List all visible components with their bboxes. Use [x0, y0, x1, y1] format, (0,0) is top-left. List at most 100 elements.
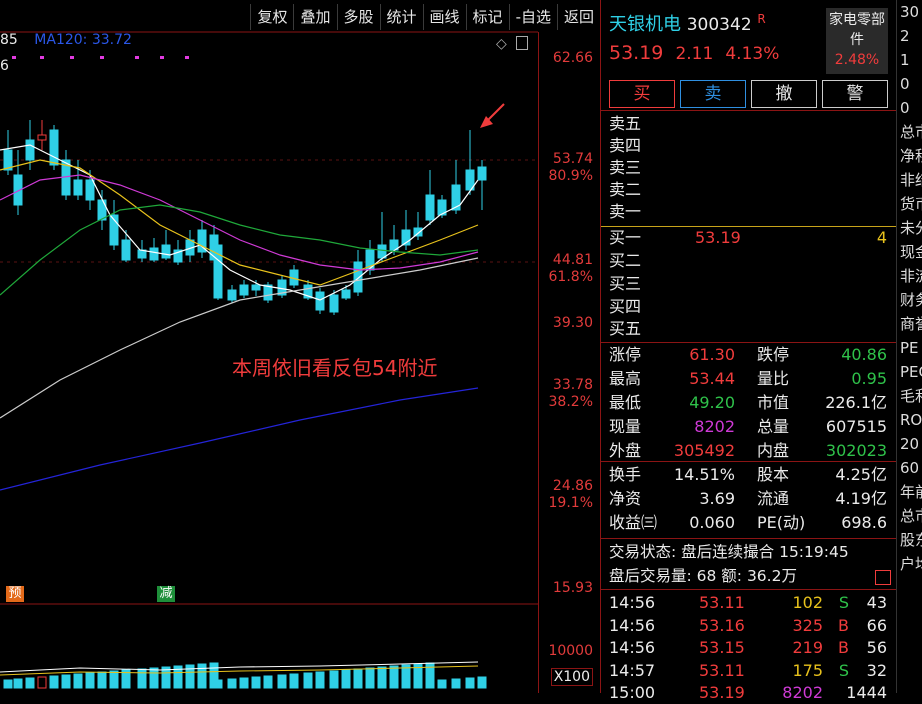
sector-box[interactable]: 家电零部件 2.48%	[826, 8, 888, 74]
stat-value: 49.20	[689, 393, 735, 412]
price-axis: 62.66 53.74 80.9% 44.81 61.8% 39.30 33.7…	[538, 32, 601, 693]
buy-button[interactable]: 买	[609, 80, 675, 108]
candle-body	[37, 134, 47, 141]
stat-label: 股本	[757, 465, 790, 484]
edge-item[interactable]: 毛利	[897, 384, 922, 408]
edge-item[interactable]: 20	[897, 432, 922, 456]
volume-bar	[13, 678, 23, 689]
badge-pre[interactable]: 预	[6, 586, 24, 602]
chart-icon[interactable]	[875, 570, 891, 585]
edge-item[interactable]: PE	[897, 336, 922, 360]
edge-item[interactable]: 股东	[897, 528, 922, 552]
stock-change: 2.11	[675, 44, 714, 64]
edge-item[interactable]: 未分	[897, 216, 922, 240]
volume-bar	[477, 676, 487, 689]
sector-name: 家电零部件	[829, 12, 885, 48]
stat-label: 内盘	[757, 441, 790, 460]
edge-item[interactable]: 年前	[897, 480, 922, 504]
sector-pct: 2.48%	[834, 52, 880, 68]
edge-item[interactable]: 30	[897, 0, 922, 24]
bid-label: 买一	[609, 228, 642, 247]
stat-label: 外盘	[609, 441, 642, 460]
tick-row: 14:56 53.15 219 B 56	[609, 636, 891, 659]
ma120-label: MA120: 33.72	[34, 32, 132, 48]
candle-body	[377, 244, 387, 259]
sell-button[interactable]: 卖	[680, 80, 746, 108]
ask-1: 卖一	[609, 202, 642, 221]
volume-bar	[49, 675, 59, 689]
edge-item[interactable]: 货币	[897, 192, 922, 216]
volume-bar	[353, 668, 363, 689]
edge-item[interactable]: 财务	[897, 288, 922, 312]
edge-item[interactable]: 0	[897, 72, 922, 96]
stat-value: 0.060	[689, 513, 735, 532]
volume-bar	[227, 678, 237, 689]
stat-value: 305492	[673, 441, 735, 460]
bid-5: 买五	[609, 319, 642, 338]
stock-name: 天银机电	[609, 14, 681, 35]
badge-reduce[interactable]: 减	[157, 586, 175, 602]
window-icon[interactable]	[516, 36, 528, 50]
bid-4: 买四	[609, 297, 642, 316]
cancel-button[interactable]: 撤	[751, 80, 817, 108]
bid-3: 买三	[609, 274, 642, 293]
toolbar-fanhui[interactable]: 返回	[556, 4, 600, 30]
edge-item[interactable]: 现金	[897, 240, 922, 264]
edge-item[interactable]: 1	[897, 48, 922, 72]
diamond-icon[interactable]: ◇	[496, 36, 507, 52]
price-tick: 62.66	[552, 50, 593, 66]
tick-price: 53.11	[699, 593, 745, 612]
stat-label: 净资	[609, 489, 642, 508]
stat-value: 4.19亿	[835, 489, 887, 508]
toolbar-duogu[interactable]: 多股	[336, 4, 380, 30]
edge-item[interactable]: 户均	[897, 552, 922, 576]
tick-count: 43	[866, 593, 887, 612]
edge-item[interactable]: 非结	[897, 168, 922, 192]
candle-body	[49, 129, 59, 166]
volume-bar	[437, 679, 447, 689]
volume-bar	[365, 667, 375, 689]
toolbar-zixuan[interactable]: -自选	[508, 4, 557, 30]
edge-item[interactable]: 总市	[897, 120, 922, 144]
stock-pct: 4.13%	[725, 44, 780, 64]
pct-tick: 19.1%	[548, 495, 593, 511]
marker-dot	[70, 56, 74, 59]
toolbar-tongji[interactable]: 统计	[379, 4, 423, 30]
volume-bar	[303, 672, 313, 689]
tick-side: B	[838, 615, 849, 635]
volume-bar	[73, 673, 83, 689]
bid-price: 53.19	[695, 228, 741, 247]
stat-row: 最低 49.20 市值 226.1亿	[609, 391, 891, 414]
edge-item[interactable]: PEG	[897, 360, 922, 384]
stat-label: 现量	[609, 417, 642, 436]
ma-left-value: 85	[0, 32, 18, 48]
kline-chart[interactable]: 85 MA120: 33.72 6 ◇ 本周依旧看反包54附近 预 减	[0, 0, 540, 693]
volume-bar	[213, 679, 223, 689]
toolbar-diejia[interactable]: 叠加	[293, 4, 336, 30]
edge-item[interactable]: 60	[897, 456, 922, 480]
volume-bar	[197, 663, 207, 689]
edge-item[interactable]: 0	[897, 96, 922, 120]
edge-item[interactable]: 商誉	[897, 312, 922, 336]
candle-body	[25, 139, 35, 161]
stat-value: 8202	[694, 417, 735, 436]
toolbar-huaxian[interactable]: 画线	[422, 4, 466, 30]
stat-row: 外盘 305492 内盘 302023	[609, 439, 891, 462]
toolbar-biaoji[interactable]: 标记	[465, 4, 509, 30]
toolbar-fuquan[interactable]: 复权	[250, 4, 293, 30]
stat-value: 40.86	[841, 345, 887, 364]
stat-label: 流通	[757, 489, 790, 508]
edge-item[interactable]: 2	[897, 24, 922, 48]
candle-body	[315, 291, 325, 311]
edge-item[interactable]: 非流	[897, 264, 922, 288]
volume-bar	[465, 677, 475, 689]
edge-item[interactable]: 净积	[897, 144, 922, 168]
volume-bar	[109, 670, 119, 689]
alert-button[interactable]: 警	[822, 80, 888, 108]
edge-item[interactable]: ROE	[897, 408, 922, 432]
kline-svg	[0, 31, 538, 689]
edge-item[interactable]: 总市	[897, 504, 922, 528]
tick-count: 56	[866, 638, 887, 657]
stock-code: 300342	[686, 15, 752, 35]
price-tick: 15.93	[552, 580, 593, 596]
